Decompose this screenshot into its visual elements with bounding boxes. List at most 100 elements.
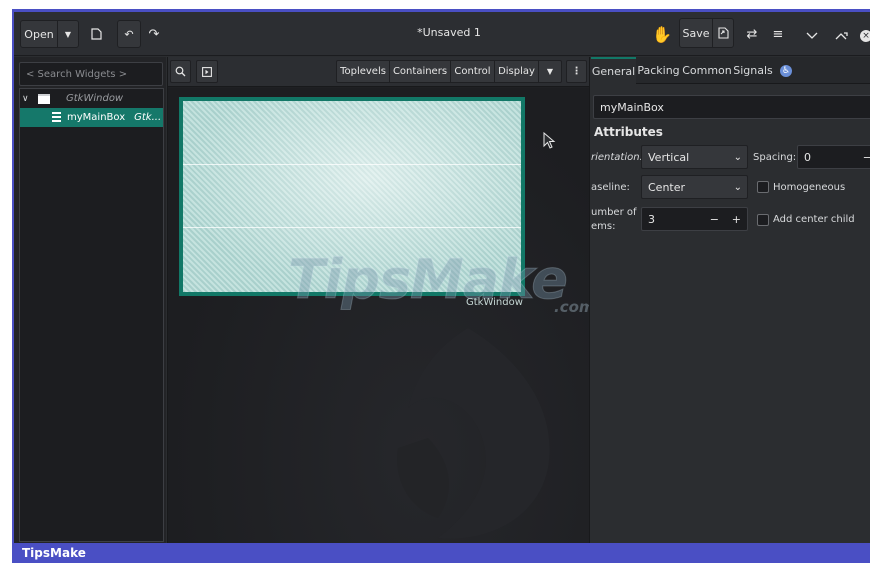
workspace-canvas[interactable]: TipsMake .com GtkWindow — [168, 88, 589, 543]
tab-label: Signals — [733, 64, 773, 77]
widget-tree: ∨ GtkWindow myMainBox Gtk... — [19, 88, 164, 542]
export-icon — [717, 27, 729, 39]
search-widgets-input[interactable]: < Search Widgets > — [19, 62, 163, 86]
close-icon: × — [860, 30, 870, 42]
tab-control[interactable]: Control — [450, 60, 495, 83]
preview-icon — [202, 66, 212, 77]
tab-display[interactable]: Display — [494, 60, 539, 83]
tab-packing[interactable]: Packing — [636, 57, 681, 84]
design-area: Toplevels Containers Control Display ▼ ⋮… — [167, 57, 590, 543]
properties-pane: General Packing Common Signals ♿ myMainB… — [591, 57, 870, 543]
spacing-input[interactable]: 0 − — [797, 145, 870, 169]
new-document-icon — [90, 28, 102, 40]
chevron-down-icon[interactable]: ∨ — [22, 94, 34, 104]
segment-label: Toplevels — [340, 66, 386, 77]
undo-button[interactable]: ↶ — [117, 20, 141, 48]
attributes-heading: Attributes — [594, 125, 663, 139]
items-label-line1: umber of — [591, 207, 637, 218]
watermark-logo-icon — [397, 328, 550, 539]
segment-label: Control — [454, 66, 491, 77]
menu-icon: ≡ — [772, 26, 784, 42]
tree-item-class: Gtk... — [134, 112, 162, 123]
items-value: 3 — [648, 212, 655, 226]
tab-accessibility[interactable]: ♿ — [774, 57, 798, 84]
palette-toolbar: Toplevels Containers Control Display ▼ ⋮ — [168, 57, 589, 87]
baseline-value: Center — [648, 180, 686, 194]
chevron-down-icon: ⌄ — [733, 181, 742, 193]
maximize-icon — [835, 32, 848, 40]
segment-label: Containers — [392, 66, 448, 77]
homogeneous-checkbox[interactable] — [757, 181, 769, 193]
tab-label: General — [591, 65, 636, 78]
window-title: *Unsaved 1 — [417, 26, 481, 39]
search-icon — [175, 66, 186, 77]
tab-label: Packing — [637, 64, 680, 77]
app-window: Open ▼ ↶ ↷ *Unsaved 1 ✋ Save ⇄ ≡ × < Sea… — [12, 9, 870, 543]
dropdown-arrow-icon: ▼ — [546, 67, 554, 76]
spacing-label: Spacing: — [753, 152, 797, 163]
tab-general[interactable]: General — [591, 57, 636, 84]
widget-id-value: myMainBox — [600, 100, 664, 114]
dropdown-arrow-icon: ▼ — [64, 29, 72, 39]
baseline-select[interactable]: Center ⌄ — [641, 175, 748, 199]
watermark-suffix: .com — [554, 298, 589, 316]
orientation-label: rientation: — [591, 152, 643, 163]
increment-icon[interactable]: + — [732, 213, 741, 226]
widget-tree-pane: < Search Widgets > ∨ GtkWindow myMainBox… — [14, 57, 166, 543]
open-button-label: Open — [24, 27, 54, 41]
open-button[interactable]: Open — [20, 20, 58, 48]
tree-item-name: myMainBox — [67, 112, 126, 123]
main-menu-button[interactable]: ≡ — [766, 20, 790, 48]
export-button[interactable] — [712, 18, 734, 48]
homogeneous-label: Homogeneous — [773, 182, 846, 193]
tab-containers[interactable]: Containers — [389, 60, 451, 83]
palette-more-dropdown[interactable]: ▼ — [538, 60, 562, 83]
widget-id-field[interactable]: myMainBox — [593, 95, 870, 119]
number-of-items-input[interactable]: 3 − + — [641, 207, 748, 231]
preview-button[interactable] — [196, 60, 218, 83]
site-footer-brand: TipsMake — [12, 543, 870, 563]
watermark-text: TipsMake — [288, 248, 569, 312]
minimize-button[interactable] — [800, 22, 824, 50]
cursor-icon — [543, 132, 556, 149]
decrement-icon[interactable]: − — [710, 213, 719, 226]
tree-row-mymainbox[interactable]: myMainBox Gtk... — [20, 108, 163, 127]
accessibility-icon: ♿ — [780, 64, 792, 77]
add-center-child-checkbox[interactable] — [757, 214, 769, 226]
tab-toplevels[interactable]: Toplevels — [336, 60, 390, 83]
segment-label: Display — [498, 66, 535, 77]
palette-options-button[interactable]: ⋮ — [566, 60, 587, 83]
swap-icon: ⇄ — [746, 26, 758, 42]
swap-button[interactable]: ⇄ — [740, 20, 764, 48]
properties-tabs: General Packing Common Signals ♿ — [591, 57, 870, 84]
box-slot-divider — [183, 164, 521, 165]
chevron-down-icon: ⌄ — [733, 151, 742, 163]
decrement-icon[interactable]: − — [863, 151, 870, 164]
search-palette-button[interactable] — [170, 60, 191, 83]
tree-row-window[interactable]: ∨ GtkWindow — [20, 89, 163, 108]
search-placeholder: < Search Widgets > — [26, 68, 128, 80]
box-icon — [52, 112, 61, 123]
close-button[interactable]: × — [859, 22, 870, 50]
more-vertical-icon: ⋮ — [571, 66, 582, 77]
box-slot-divider — [183, 227, 521, 228]
tab-signals[interactable]: Signals — [733, 57, 773, 84]
hand-pointer-icon[interactable]: ✋ — [650, 20, 674, 48]
open-menu-button[interactable]: ▼ — [57, 20, 79, 48]
add-center-child-label: Add center child — [773, 214, 855, 225]
save-button[interactable]: Save — [679, 18, 713, 48]
minimize-icon — [806, 32, 818, 39]
orientation-value: Vertical — [648, 150, 690, 164]
tab-common[interactable]: Common — [681, 57, 733, 84]
new-document-button[interactable] — [84, 20, 108, 48]
save-button-label: Save — [682, 26, 710, 40]
undo-icon: ↶ — [124, 27, 134, 41]
tree-item-class: GtkWindow — [66, 93, 124, 104]
redo-button[interactable]: ↷ — [142, 20, 166, 48]
items-label-line2: ems: — [591, 221, 616, 232]
orientation-select[interactable]: Vertical ⌄ — [641, 145, 748, 169]
gtk-window-label: GtkWindow — [466, 297, 523, 308]
window-icon — [38, 93, 50, 104]
header-bar: Open ▼ ↶ ↷ *Unsaved 1 ✋ Save ⇄ ≡ × — [14, 12, 870, 56]
maximize-button[interactable] — [830, 22, 854, 50]
